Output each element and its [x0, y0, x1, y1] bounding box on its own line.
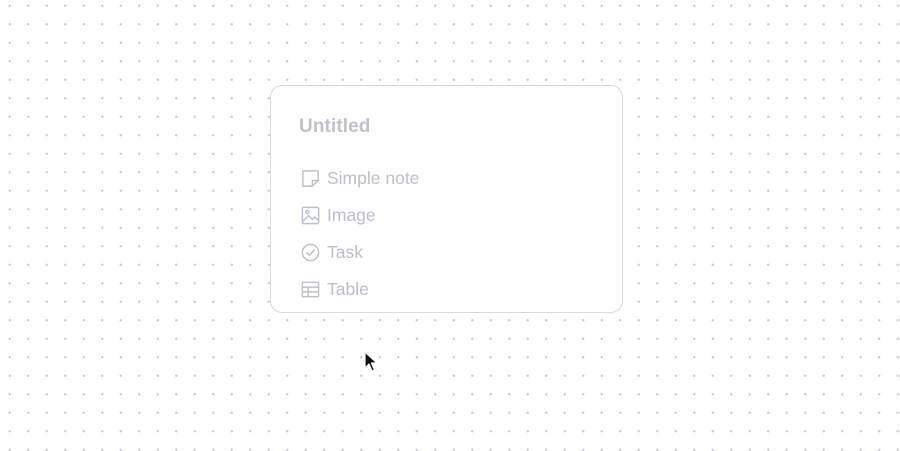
menu-item-label: Table [327, 279, 369, 299]
table-icon [299, 279, 321, 301]
menu-item-label: Image [327, 205, 376, 225]
mouse-pointer-icon [364, 351, 378, 372]
menu-item-label: Task [327, 242, 363, 262]
menu-item-label: Simple note [327, 168, 420, 188]
menu-item-task[interactable]: Task [299, 234, 419, 271]
block-type-menu: Simple note Image Task Table [299, 160, 419, 308]
image-icon [299, 205, 321, 227]
card-title[interactable]: Untitled [299, 116, 371, 138]
new-block-card[interactable]: Untitled Simple note Image Task Table [270, 85, 623, 313]
menu-item-image[interactable]: Image [299, 197, 419, 234]
whiteboard-canvas[interactable]: Untitled Simple note Image Task Table [0, 0, 900, 451]
menu-item-simple-note[interactable]: Simple note [299, 160, 419, 197]
check-circle-icon [299, 242, 321, 264]
note-icon [299, 168, 321, 190]
menu-item-table[interactable]: Table [299, 271, 419, 308]
